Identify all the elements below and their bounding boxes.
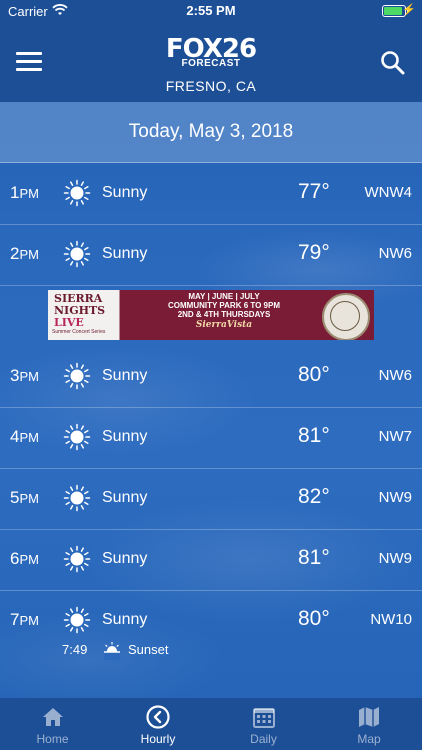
wind-label: NW9	[378, 489, 412, 506]
ad-months: MAY | JUNE | JULY	[188, 292, 260, 301]
bottom-tab-bar: Home Hourly Daily Map	[0, 698, 422, 750]
temperature-label: 80°	[298, 363, 330, 386]
search-icon[interactable]	[380, 50, 406, 76]
ad-seal-icon	[322, 293, 370, 340]
condition-label: Sunny	[102, 245, 148, 262]
tab-label: Map	[357, 732, 381, 746]
sun-icon	[63, 484, 91, 512]
sun-icon	[63, 179, 91, 207]
condition-label: Sunny	[102, 428, 148, 445]
map-icon	[356, 704, 382, 730]
hour-label: 1PM	[10, 183, 39, 202]
hour-label: 2PM	[10, 244, 39, 263]
wind-label: NW6	[378, 367, 412, 384]
temperature-label: 82°	[298, 485, 330, 508]
ad-days: 2ND & 4TH THURSDAYS	[177, 310, 271, 319]
tab-daily[interactable]: Daily	[211, 698, 316, 750]
wind-label: WNW4	[364, 184, 413, 201]
condition-label: Sunny	[102, 611, 148, 628]
sunset-label: Sunset	[128, 642, 169, 657]
tab-label: Home	[36, 732, 69, 746]
tab-map[interactable]: Map	[317, 698, 422, 750]
hour-label: 3PM	[10, 366, 39, 385]
ad-line4: Summer Concert Series	[52, 329, 106, 335]
condition-label: Sunny	[102, 550, 148, 567]
temperature-label: 79°	[298, 241, 330, 264]
wind-label: NW9	[378, 550, 412, 567]
charging-icon: ⚡	[402, 4, 416, 16]
sunset-time: 7:49	[62, 642, 88, 657]
hourly-row[interactable]: 3PM Sunny 80° NW6	[0, 346, 422, 408]
temperature-label: 81°	[298, 424, 330, 447]
fox26-logo: FOX26 FORECAST	[0, 36, 422, 69]
hour-label: 4PM	[10, 427, 39, 446]
temperature-label: 77°	[298, 180, 330, 203]
tab-label: Daily	[250, 732, 277, 746]
calendar-icon	[251, 704, 277, 730]
location-label: FRESNO, CA	[165, 78, 257, 94]
sun-icon	[63, 423, 91, 451]
wind-label: NW10	[370, 611, 412, 628]
ad-venue: COMMUNITY PARK 6 TO 9PM	[167, 301, 280, 310]
ad-details: MAY | JUNE | JULY COMMUNITY PARK 6 TO 9P…	[124, 290, 324, 340]
ad-sponsor: SierraVista	[195, 320, 253, 330]
hour-label: 5PM	[10, 488, 39, 507]
hourly-row[interactable]: 2PM Sunny 79° NW6	[0, 224, 422, 286]
hourly-row[interactable]: 1PM Sunny 77° WNW4	[0, 163, 422, 225]
tab-home[interactable]: Home	[0, 698, 105, 750]
hourly-row[interactable]: 4PM Sunny 81° NW7	[0, 407, 422, 469]
status-bar: Carrier 2:55 PM ⚡	[0, 0, 422, 22]
sun-icon	[63, 362, 91, 390]
condition-label: Sunny	[102, 184, 148, 201]
hourly-row[interactable]: 6PM Sunny 81° NW9	[0, 529, 422, 591]
sun-icon	[63, 606, 91, 634]
wind-label: NW7	[378, 428, 412, 445]
hour-label: 6PM	[10, 549, 39, 568]
sun-icon	[63, 545, 91, 573]
tab-label: Hourly	[140, 732, 176, 746]
advertisement-banner[interactable]: SIERRA NIGHTS LIVE Summer Concert Series…	[48, 290, 374, 340]
app-header: FOX26 FORECAST FRESNO, CA	[0, 22, 422, 102]
sun-icon	[63, 240, 91, 268]
temperature-label: 81°	[298, 546, 330, 569]
date-header: Today, May 3, 2018	[0, 102, 422, 163]
wind-label: NW6	[378, 245, 412, 262]
status-time: 2:55 PM	[186, 3, 236, 18]
condition-label: Sunny	[102, 489, 148, 506]
hourly-row[interactable]: 5PM Sunny 82° NW9	[0, 468, 422, 530]
ad-banner-row: SIERRA NIGHTS LIVE Summer Concert Series…	[0, 286, 422, 346]
clock-icon	[145, 704, 171, 730]
sunset-icon	[102, 640, 122, 660]
condition-label: Sunny	[102, 367, 148, 384]
logo-subtitle: FORECAST	[181, 58, 241, 69]
tab-hourly[interactable]: Hourly	[106, 698, 211, 750]
home-icon	[40, 704, 66, 730]
sunset-row: 7:49 Sunset	[0, 634, 422, 672]
ad-logo: SIERRA NIGHTS LIVE Summer Concert Series	[48, 290, 120, 340]
temperature-label: 80°	[298, 607, 330, 630]
hour-label: 7PM	[10, 610, 39, 629]
ad-line3: LIVE	[54, 316, 84, 329]
